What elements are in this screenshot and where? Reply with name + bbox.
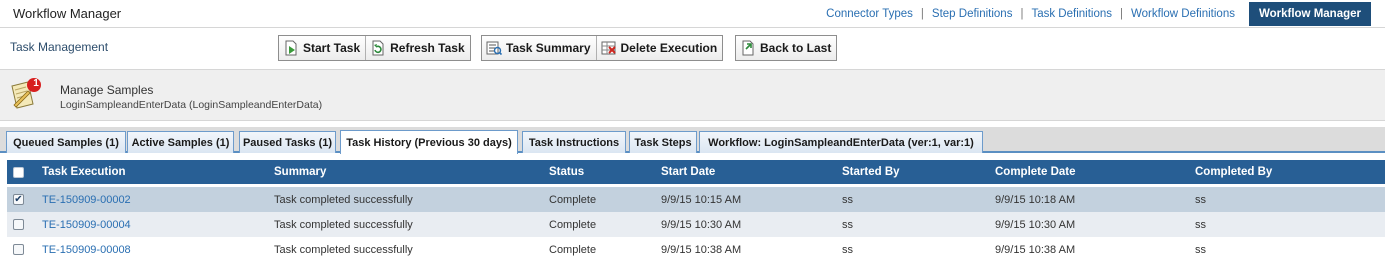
task-summary-button[interactable]: Task Summary xyxy=(482,36,597,60)
task-name: Manage Samples xyxy=(60,83,154,97)
execution-button-group: Task Summary Delete Execution xyxy=(481,35,724,61)
task-execution-link[interactable]: TE-150909-00004 xyxy=(42,212,131,237)
tab-task-steps[interactable]: Task Steps xyxy=(629,131,697,153)
column-header-start-date[interactable]: Start Date xyxy=(661,160,715,184)
completed-by-cell: ss xyxy=(1195,243,1206,256)
delete-icon xyxy=(601,40,617,56)
summary-icon xyxy=(486,40,503,56)
app-title: Workflow Manager xyxy=(13,6,122,21)
started-by-cell: ss xyxy=(842,218,853,231)
row-checkbox[interactable] xyxy=(13,219,24,230)
task-execution-link[interactable]: TE-150909-00002 xyxy=(42,187,131,212)
task-summary-label: Task Summary xyxy=(506,41,591,55)
start-date-cell: 9/9/15 10:15 AM xyxy=(661,193,742,206)
task-button-group: Start Task Refresh Task xyxy=(278,35,471,61)
tab-paused-tasks[interactable]: Paused Tasks (1) xyxy=(239,131,336,153)
tab-task-history[interactable]: Task History (Previous 30 days) xyxy=(340,130,518,154)
top-nav: Connector Types | Step Definitions | Tas… xyxy=(818,0,1371,27)
status-cell: Complete xyxy=(549,218,597,231)
refresh-task-button[interactable]: Refresh Task xyxy=(366,36,469,60)
status-cell: Complete xyxy=(549,243,597,256)
complete-date-cell: 9/9/15 10:30 AM xyxy=(995,218,1076,231)
started-by-cell: ss xyxy=(842,193,853,206)
nav-step-definitions[interactable]: Step Definitions xyxy=(924,8,1021,20)
back-to-last-label: Back to Last xyxy=(760,41,832,55)
complete-date-cell: 9/9/15 10:18 AM xyxy=(995,193,1076,206)
row-checkbox[interactable] xyxy=(13,244,24,255)
summary-cell: Task completed successfully xyxy=(274,243,413,256)
start-date-cell: 9/9/15 10:38 AM xyxy=(661,243,742,256)
column-header-started-by[interactable]: Started By xyxy=(842,160,900,184)
toolbar: Task Management Start Task Refresh Task … xyxy=(0,29,1385,67)
grid-header: Task Execution Summary Status Start Date… xyxy=(7,160,1385,184)
column-header-completed-by[interactable]: Completed By xyxy=(1195,160,1272,184)
refresh-icon xyxy=(370,40,386,56)
nav-connector-types[interactable]: Connector Types xyxy=(818,8,921,20)
column-header-summary[interactable]: Summary xyxy=(274,160,326,184)
navigation-button-group: Back to Last xyxy=(735,35,838,61)
workflow-subtitle: LoginSampleandEnterData (LoginSampleandE… xyxy=(60,99,323,111)
summary-cell: Task completed successfully xyxy=(274,193,413,206)
task-info-panel: 1 Manage Samples LoginSampleandEnterData… xyxy=(0,69,1385,121)
table-row[interactable]: TE-150909-00008 Task completed successfu… xyxy=(7,237,1385,262)
top-bar: Workflow Manager Connector Types | Step … xyxy=(0,0,1385,28)
column-header-task-execution[interactable]: Task Execution xyxy=(42,160,126,184)
delete-execution-button[interactable]: Delete Execution xyxy=(597,36,723,60)
nav-task-definitions[interactable]: Task Definitions xyxy=(1023,8,1120,20)
summary-cell: Task completed successfully xyxy=(274,218,413,231)
table-row[interactable]: ✔ TE-150909-00002 Task completed success… xyxy=(7,187,1385,212)
started-by-cell: ss xyxy=(842,243,853,256)
tab-active-samples[interactable]: Active Samples (1) xyxy=(127,131,234,153)
nav-workflow-manager[interactable]: Workflow Manager xyxy=(1248,1,1371,26)
header-select-all[interactable] xyxy=(13,160,24,184)
row-checkbox[interactable]: ✔ xyxy=(13,194,24,205)
delete-execution-label: Delete Execution xyxy=(620,41,718,55)
completed-by-cell: ss xyxy=(1195,193,1206,206)
select-all-checkbox[interactable] xyxy=(13,166,24,178)
tab-bar: Queued Samples (1) Active Samples (1) Pa… xyxy=(0,127,1385,154)
nav-workflow-definitions[interactable]: Workflow Definitions xyxy=(1123,8,1243,20)
tab-workflow[interactable]: Workflow: LoginSampleandEnterData (ver:1… xyxy=(699,131,983,153)
column-header-status[interactable]: Status xyxy=(549,160,584,184)
column-header-complete-date[interactable]: Complete Date xyxy=(995,160,1076,184)
tab-queued-samples[interactable]: Queued Samples (1) xyxy=(6,131,126,153)
notification-badge: 1 xyxy=(33,78,39,89)
start-task-button[interactable]: Start Task xyxy=(279,36,367,60)
start-task-icon xyxy=(283,40,299,56)
complete-date-cell: 9/9/15 10:38 AM xyxy=(995,243,1076,256)
tab-task-instructions[interactable]: Task Instructions xyxy=(522,131,626,153)
back-to-last-button[interactable]: Back to Last xyxy=(736,36,836,60)
refresh-task-label: Refresh Task xyxy=(390,41,465,55)
status-cell: Complete xyxy=(549,193,597,206)
start-date-cell: 9/9/15 10:30 AM xyxy=(661,218,742,231)
section-title: Task Management xyxy=(10,40,109,54)
table-row[interactable]: TE-150909-00004 Task completed successfu… xyxy=(7,212,1385,237)
task-execution-link[interactable]: TE-150909-00008 xyxy=(42,237,131,262)
completed-by-cell: ss xyxy=(1195,218,1206,231)
start-task-label: Start Task xyxy=(303,41,361,55)
back-icon xyxy=(740,40,756,56)
